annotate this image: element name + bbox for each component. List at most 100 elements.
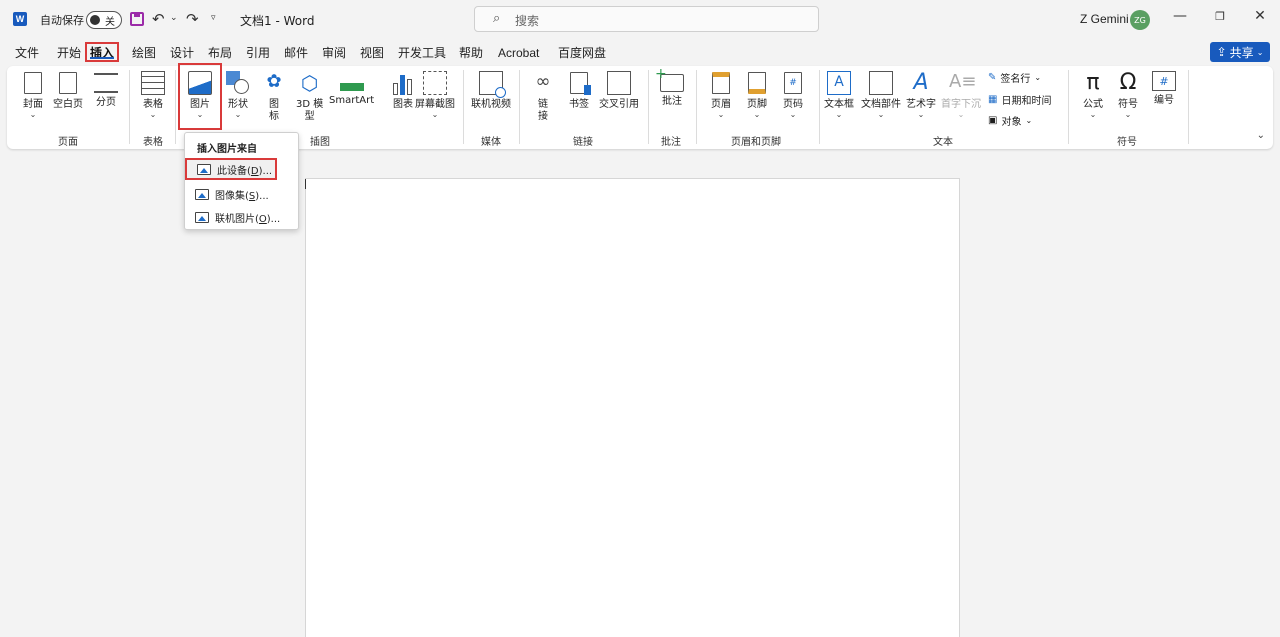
number-button[interactable]: # 编号	[1152, 71, 1176, 107]
menu-item-stock-images[interactable]: 图像集(S)...	[185, 183, 298, 205]
bookmark-label: 书签	[569, 99, 589, 110]
chevron-down-icon: ⌄	[1124, 110, 1132, 119]
header-icon	[709, 71, 733, 95]
object-label: 对象	[1001, 117, 1022, 128]
3d-cube-icon: ⬡	[300, 71, 319, 95]
blank-page-icon	[56, 71, 80, 95]
omega-icon: Ω	[1119, 70, 1137, 95]
chart-button[interactable]: 图表	[391, 71, 415, 111]
comment-button[interactable]: + 批注	[655, 66, 684, 108]
shapes-button[interactable]: 形状 ⌄	[226, 71, 250, 119]
word-app-icon: W	[13, 12, 27, 26]
link-label-line1: 链	[538, 99, 548, 110]
save-icon[interactable]	[130, 12, 144, 26]
page-number-button[interactable]: # 页码 ⌄	[781, 71, 805, 119]
signature-line-button[interactable]: ✎ 签名行 ⌄	[988, 70, 1041, 85]
group-label-text: 文本	[933, 137, 953, 148]
group-label-links: 链接	[573, 137, 593, 148]
close-icon[interactable]: ✕	[1250, 8, 1270, 28]
chart-icon	[391, 71, 415, 95]
cover-page-button[interactable]: 封面 ⌄	[21, 71, 45, 119]
tab-help[interactable]: 帮助	[457, 44, 485, 64]
cross-reference-button[interactable]: 交叉引用	[599, 71, 639, 111]
menu-item-label: 联机图片(O)...	[215, 213, 281, 225]
smartart-icon	[339, 71, 364, 91]
collapse-ribbon-chevron-icon[interactable]: ⌄	[1257, 130, 1265, 141]
menu-item-this-device[interactable]: 此设备(D)...	[185, 158, 277, 180]
avatar[interactable]: ZG	[1130, 10, 1150, 30]
date-time-button[interactable]: ▦ 日期和时间	[988, 92, 1051, 107]
tab-layout[interactable]: 布局	[206, 44, 234, 64]
group-label-pages: 页面	[58, 137, 78, 148]
header-button[interactable]: 页眉 ⌄	[709, 71, 733, 119]
object-icon: ▣	[988, 115, 998, 126]
tab-developer[interactable]: 开发工具	[396, 44, 448, 64]
smartart-button[interactable]: SmartArt	[329, 71, 374, 107]
menu-item-label: 图像集(S)...	[215, 190, 269, 202]
link-button[interactable]: ∞ 链 接	[531, 71, 555, 123]
undo-dropdown-chevron-icon[interactable]: ⌄	[170, 13, 178, 23]
page-number-icon: #	[781, 71, 805, 95]
cross-reference-label: 交叉引用	[599, 99, 639, 110]
cover-page-icon	[21, 71, 45, 95]
tab-home[interactable]: 开始	[55, 44, 83, 64]
wordart-button[interactable]: A 艺术字 ⌄	[906, 71, 936, 119]
bookmark-button[interactable]: 书签	[567, 71, 591, 111]
footer-icon	[745, 71, 769, 95]
chevron-down-icon: ⌄	[196, 110, 204, 119]
divider	[463, 70, 464, 144]
search-icon: ⌕	[493, 11, 501, 26]
signature-line-label: 签名行	[1000, 74, 1031, 85]
search-input[interactable]: ⌕ 搜索	[474, 6, 819, 32]
stock-images-icon	[195, 188, 209, 200]
symbol-button[interactable]: Ω 符号 ⌄	[1116, 71, 1140, 119]
table-button[interactable]: 表格 ⌄	[141, 71, 165, 119]
drop-cap-button[interactable]: A≡ 首字下沉 ⌄	[941, 71, 981, 119]
quick-parts-button[interactable]: 文档部件 ⌄	[861, 71, 901, 119]
number-icon: #	[1152, 71, 1176, 91]
group-label-symbols: 符号	[1117, 137, 1137, 148]
divider	[648, 70, 649, 144]
redo-icon[interactable]: ↷	[186, 10, 199, 28]
3d-models-button[interactable]: ⬡ 3D 模 型	[296, 71, 323, 123]
tab-references[interactable]: 引用	[244, 44, 272, 64]
menu-item-online-pictures[interactable]: 联机图片(O)...	[185, 206, 298, 228]
document-page[interactable]	[305, 178, 960, 637]
tab-draw[interactable]: 绘图	[130, 44, 158, 64]
tab-design[interactable]: 设计	[168, 44, 196, 64]
link-icon: ∞	[535, 71, 551, 92]
online-video-label: 联机视频	[471, 99, 511, 110]
autosave-state: 关	[105, 17, 115, 28]
equation-button[interactable]: π 公式 ⌄	[1081, 71, 1105, 119]
tab-view[interactable]: 视图	[358, 44, 386, 64]
divider	[1188, 70, 1189, 144]
undo-icon[interactable]: ↶	[152, 10, 165, 28]
page-break-icon	[94, 73, 118, 93]
tab-mailings[interactable]: 邮件	[282, 44, 310, 64]
footer-button[interactable]: 页脚 ⌄	[745, 71, 769, 119]
online-video-button[interactable]: 联机视频	[471, 71, 511, 111]
tab-review[interactable]: 审阅	[320, 44, 348, 64]
icons-label-line2: 标	[269, 111, 279, 122]
tab-file[interactable]: 文件	[13, 44, 41, 64]
icons-button[interactable]: ✿ 图 标	[262, 71, 286, 123]
restore-icon[interactable]: ❐	[1210, 10, 1230, 30]
tab-baidu-netdisk[interactable]: 百度网盘	[556, 44, 608, 64]
page-break-button[interactable]: 分页	[94, 71, 118, 109]
blank-page-button[interactable]: 空白页	[53, 71, 83, 111]
tab-insert[interactable]: 插入	[85, 42, 120, 62]
ribbon-tabs: 文件 开始 插入 绘图 设计 布局 引用 邮件 审阅 视图 开发工具 帮助 Ac…	[0, 41, 1280, 65]
tab-acrobat[interactable]: Acrobat	[496, 44, 541, 64]
divider	[519, 70, 520, 144]
screenshot-button[interactable]: 屏幕截图 ⌄	[415, 71, 455, 119]
autosave-toggle[interactable]: 关	[86, 11, 122, 29]
customize-quick-access-icon[interactable]: ▿	[211, 13, 216, 23]
online-video-icon	[479, 71, 506, 98]
textbox-button[interactable]: A 文本框 ⌄	[824, 71, 854, 119]
minimize-icon[interactable]: —	[1170, 8, 1190, 28]
picture-button[interactable]: 图片 ⌄	[188, 71, 212, 119]
object-button[interactable]: ▣ 对象 ⌄	[988, 113, 1032, 128]
group-label-illustrations: 插图	[310, 137, 330, 148]
share-button[interactable]: ⇪ 共享 ⌄	[1210, 42, 1270, 62]
user-name[interactable]: Z Gemini	[1080, 12, 1129, 26]
